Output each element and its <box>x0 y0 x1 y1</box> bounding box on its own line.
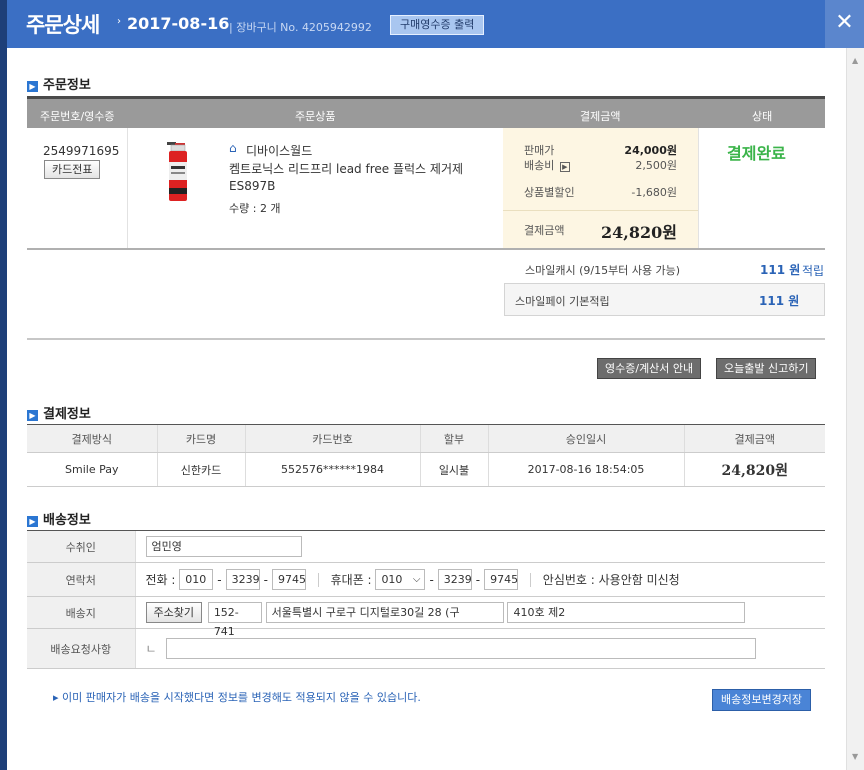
request-row: 배송요청사항 ㄴ <box>27 628 825 669</box>
receipt-guide-button[interactable]: 영수증/계산서 안내 <box>597 358 702 379</box>
date-arrow-icon: › <box>117 16 121 27</box>
divider <box>503 210 698 211</box>
address-label: 배송지 <box>27 596 135 629</box>
scroll-down-icon[interactable]: ▼ <box>852 752 858 761</box>
col-method: 결제방식 <box>27 424 157 453</box>
smilecash-value: 111 원 <box>760 263 801 277</box>
delivery-request-input[interactable] <box>166 638 757 659</box>
payment-method: Smile Pay <box>27 452 157 487</box>
address1-input[interactable]: 서울특별시 구로구 디지털로30길 28 (구 <box>265 602 504 623</box>
shipping-info-icon[interactable]: ▶ <box>559 162 570 172</box>
col-pay-amount: 결제금액 <box>683 424 825 453</box>
section-bullet-icon: ▶ <box>27 410 38 421</box>
contact-label: 연락처 <box>27 562 135 597</box>
shipping-notice: ▸ 이미 판매자가 배송을 시작했다면 정보를 변경해도 적용되지 않을 수 있… <box>53 691 421 704</box>
today-shipping-report-button[interactable]: 오늘출발 신고하기 <box>716 358 817 379</box>
chevron-down-icon: ⌵ <box>412 574 421 585</box>
table-row: Smile Pay 신한카드 552576******1984 일시불 2017… <box>27 452 825 487</box>
section-bullet-icon: ▶ <box>27 81 38 92</box>
address2-input[interactable]: 410호 제2 <box>507 602 746 623</box>
order-row: 2549971695 카드전표 ⌂ 디바이스월드 켐트로닉스 리드프리 lead… <box>27 128 825 250</box>
smilepay-value: 111 원 <box>759 294 800 308</box>
modal-titlebar: 주문상세 › 2017-08-16 | 장바구니 No. 4205942992 … <box>7 0 864 48</box>
divider <box>127 128 128 248</box>
order-date: 2017-08-16 <box>127 14 230 33</box>
card-slip-button[interactable]: 카드전표 <box>44 160 101 179</box>
col-amount: 결제금액 <box>580 110 621 123</box>
contact-row: 연락처 전화 : 010-3239-9745 휴대폰 : 010 ⌵ -3239-9… <box>27 562 825 597</box>
zipcode-input[interactable]: 152-741 <box>207 602 262 638</box>
payment-table: 결제방식 카드명 카드번호 할부 승인일시 결제금액 Smile Pay 신한카… <box>27 424 825 487</box>
mobile-part3-input[interactable]: 9745 <box>484 569 519 590</box>
table-header-row: 결제방식 카드명 카드번호 할부 승인일시 결제금액 <box>27 424 825 453</box>
status-badge: 결제완료 <box>727 144 786 163</box>
smilepay-box: 스마일페이 기본적립 111 원 <box>504 283 825 316</box>
smilecash-suffix: 적립 <box>802 264 825 278</box>
recipient-row: 수취인 엄민영 <box>27 530 825 563</box>
request-prefix-icon: ㄴ <box>145 642 157 656</box>
shipping-section-title: ▶ 배송정보 <box>27 509 91 528</box>
product-image[interactable] <box>164 140 192 204</box>
cart-number: | 장바구니 No. 4205942992 <box>229 21 372 34</box>
card-name: 신한카드 <box>156 452 245 487</box>
safe-number-status: 안심번호 : 사용안함 미신청 <box>542 573 680 587</box>
recipient-input[interactable]: 엄민영 <box>145 536 302 557</box>
divider <box>27 338 825 340</box>
total-row: 결제금액 24,820원 <box>524 223 677 242</box>
shipping-fee-row: 배송비 ▶ 2,500원 <box>524 159 677 172</box>
order-table-header: 주문번호/영수증 주문상품 결제금액 상태 <box>27 96 825 128</box>
phone-part2-input[interactable]: 3239 <box>225 569 260 590</box>
col-card-name: 카드명 <box>156 424 245 453</box>
section-bullet-icon: ▶ <box>27 516 38 527</box>
scrollbar[interactable]: ▲ ▼ <box>846 48 864 770</box>
smilepay-label: 스마일페이 기본적립 <box>515 295 610 308</box>
product-name[interactable]: 켐트로닉스 리드프리 lead free 플럭스 제거제 ES897B <box>229 161 489 195</box>
payment-section-title: ▶ 결제정보 <box>27 403 91 422</box>
col-status: 상태 <box>752 110 773 123</box>
price-row: 판매가 24,000원 <box>524 144 677 157</box>
phone-part1-input[interactable]: 010 <box>179 569 214 590</box>
print-receipt-button[interactable]: 구매영수증 출력 <box>390 15 485 35</box>
product-quantity: 수량 : 2 개 <box>229 202 281 215</box>
col-card-number: 카드번호 <box>244 424 420 453</box>
scroll-up-icon[interactable]: ▲ <box>852 56 858 65</box>
address-search-button[interactable]: 주소찾기 <box>145 602 202 623</box>
recipient-label: 수취인 <box>27 530 135 563</box>
installment: 일시불 <box>419 452 488 487</box>
smilecash-label: 스마일캐시 (9/15부터 사용 가능) <box>525 264 681 277</box>
mobile-label: 휴대폰 : <box>330 573 372 587</box>
divider <box>698 128 699 248</box>
approval-time: 2017-08-16 18:54:05 <box>487 452 684 487</box>
payment-summary-box: 판매가 24,000원 배송비 ▶ 2,500원 상품별할인 -1,680원 결… <box>503 128 698 248</box>
order-detail-modal: 주문상세 › 2017-08-16 | 장바구니 No. 4205942992 … <box>7 0 864 770</box>
mobile-part2-input[interactable]: 3239 <box>437 569 472 590</box>
order-section-title: ▶ 주문정보 <box>27 74 91 93</box>
col-approval-time: 승인일시 <box>487 424 684 453</box>
address-row: 배송지 주소찾기 152-741 서울특별시 구로구 디지털로30길 28 (구… <box>27 596 825 638</box>
mobile-prefix-select[interactable]: 010 ⌵ <box>375 569 426 590</box>
home-icon: ⌂ <box>229 141 237 155</box>
shipping-table: 수취인 엄민영 연락처 전화 : 010-3239-9745 휴대폰 : 010… <box>27 530 825 669</box>
divider <box>529 572 531 587</box>
col-installment: 할부 <box>419 424 488 453</box>
request-label: 배송요청사항 <box>27 628 135 669</box>
col-order-number: 주문번호/영수증 <box>40 110 115 123</box>
pay-amount: 24,820원 <box>683 452 825 487</box>
save-shipping-button[interactable]: 배송정보변경저장 <box>712 689 811 711</box>
seller-name[interactable]: 디바이스월드 <box>246 142 312 159</box>
cart-number-text: 장바구니 No. 4205942992 <box>236 21 372 34</box>
divider <box>317 572 319 587</box>
close-icon[interactable]: ✕ <box>825 0 864 48</box>
phone-label: 전화 : <box>145 573 176 587</box>
phone-part3-input[interactable]: 9745 <box>271 569 306 590</box>
col-product: 주문상품 <box>295 110 336 123</box>
card-number: 552576******1984 <box>244 452 420 487</box>
discount-row: 상품별할인 -1,680원 <box>524 186 677 199</box>
order-number: 2549971695 <box>43 144 120 158</box>
modal-title: 주문상세 <box>26 13 100 37</box>
